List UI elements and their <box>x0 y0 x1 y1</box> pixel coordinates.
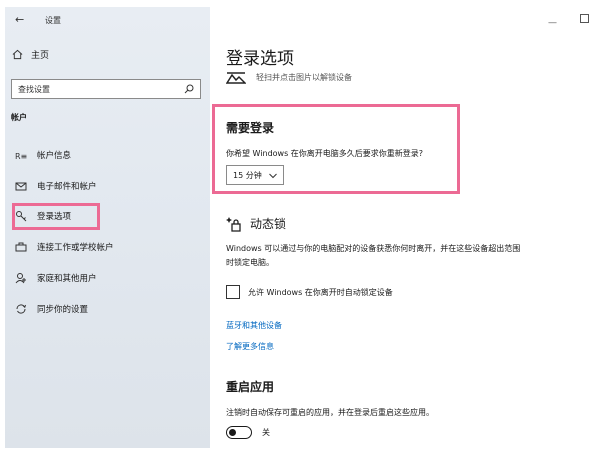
require-signin-title: 需要登录 <box>226 121 275 135</box>
search-icon <box>184 84 194 94</box>
sidebar-item-label: 登录选项 <box>37 212 72 222</box>
search-input[interactable]: 查找设置 <box>11 79 201 99</box>
svg-text:R≡: R≡ <box>15 152 27 161</box>
page-title: 登录选项 <box>226 49 294 69</box>
home-icon <box>11 49 23 61</box>
require-signin-dropdown[interactable]: 15 分钟 <box>226 165 284 185</box>
dynamic-lock-description: Windows 可以通过与你的电脑配对的设备获悉你何时离开，并在这些设备超出范围… <box>226 244 521 267</box>
minimize-button[interactable]: — <box>548 18 557 28</box>
account-info-icon: R≡ <box>15 149 27 161</box>
sidebar: ← 设置 主页 查找设置 帐户 R≡ 帐户信息 电子邮件和帐户 登录选项 连接工… <box>5 7 210 448</box>
back-button[interactable]: ← <box>15 13 24 26</box>
sidebar-item-sync[interactable]: 同步你的设置 <box>11 298 207 320</box>
briefcase-icon <box>15 241 27 253</box>
search-placeholder: 查找设置 <box>18 84 50 94</box>
sync-icon <box>15 303 27 315</box>
sidebar-item-account-info[interactable]: R≡ 帐户信息 <box>11 144 207 166</box>
sidebar-item-home[interactable]: 主页 <box>11 48 49 61</box>
toggle-knob <box>229 428 236 436</box>
sidebar-item-work-school[interactable]: 连接工作或学校帐户 <box>11 236 207 258</box>
dynamic-lock-checkbox[interactable] <box>226 285 240 299</box>
section-heading: 帐户 <box>11 113 27 122</box>
dynamic-lock-checkbox-row[interactable]: 允许 Windows 在你离开时自动锁定设备 <box>226 285 393 299</box>
restart-apps-toggle[interactable] <box>226 426 252 439</box>
restart-apps-description: 注销时自动保存可重启的应用，并在登录后重启这些应用。 <box>226 408 434 417</box>
sidebar-item-label: 主页 <box>31 51 50 61</box>
bluetooth-devices-link[interactable]: 蓝牙和其他设备 <box>226 320 282 331</box>
restart-apps-toggle-row: 关 <box>226 426 270 439</box>
learn-more-link[interactable]: 了解更多信息 <box>226 341 274 352</box>
toggle-state-label: 关 <box>262 428 270 437</box>
dynamic-lock-title: 动态锁 <box>250 217 287 231</box>
sidebar-item-label: 连接工作或学校帐户 <box>37 243 114 253</box>
sidebar-item-label: 同步你的设置 <box>37 305 89 315</box>
checkbox-label: 允许 Windows 在你离开时自动锁定设备 <box>248 287 393 297</box>
window-title: 设置 <box>45 16 61 25</box>
sidebar-item-signin-options[interactable]: 登录选项 <box>11 205 207 227</box>
mail-icon <box>15 180 27 192</box>
dropdown-value: 15 分钟 <box>233 170 262 180</box>
dynamic-lock-icon <box>226 216 242 232</box>
sidebar-item-label: 家庭和其他用户 <box>37 274 97 284</box>
key-icon <box>15 210 27 222</box>
sidebar-item-label: 电子邮件和帐户 <box>37 182 97 192</box>
sidebar-item-family-users[interactable]: 家庭和其他用户 <box>11 267 207 289</box>
sidebar-item-label: 帐户信息 <box>37 151 72 161</box>
dynamic-lock-header: 动态锁 <box>226 215 286 232</box>
picture-password-hint: 轻扫并点击图片以解锁设备 <box>256 72 352 82</box>
chevron-down-icon <box>269 172 277 179</box>
restart-apps-title: 重启应用 <box>226 380 275 394</box>
sidebar-item-email-accounts[interactable]: 电子邮件和帐户 <box>11 175 207 197</box>
require-signin-question: 你希望 Windows 在你离开电脑多久后要求你重新登录? <box>226 149 424 158</box>
maximize-button[interactable] <box>580 14 589 23</box>
person-add-icon <box>15 272 27 284</box>
picture-password-icon <box>225 70 247 84</box>
picture-password-row: 轻扫并点击图片以解锁设备 <box>225 70 352 84</box>
